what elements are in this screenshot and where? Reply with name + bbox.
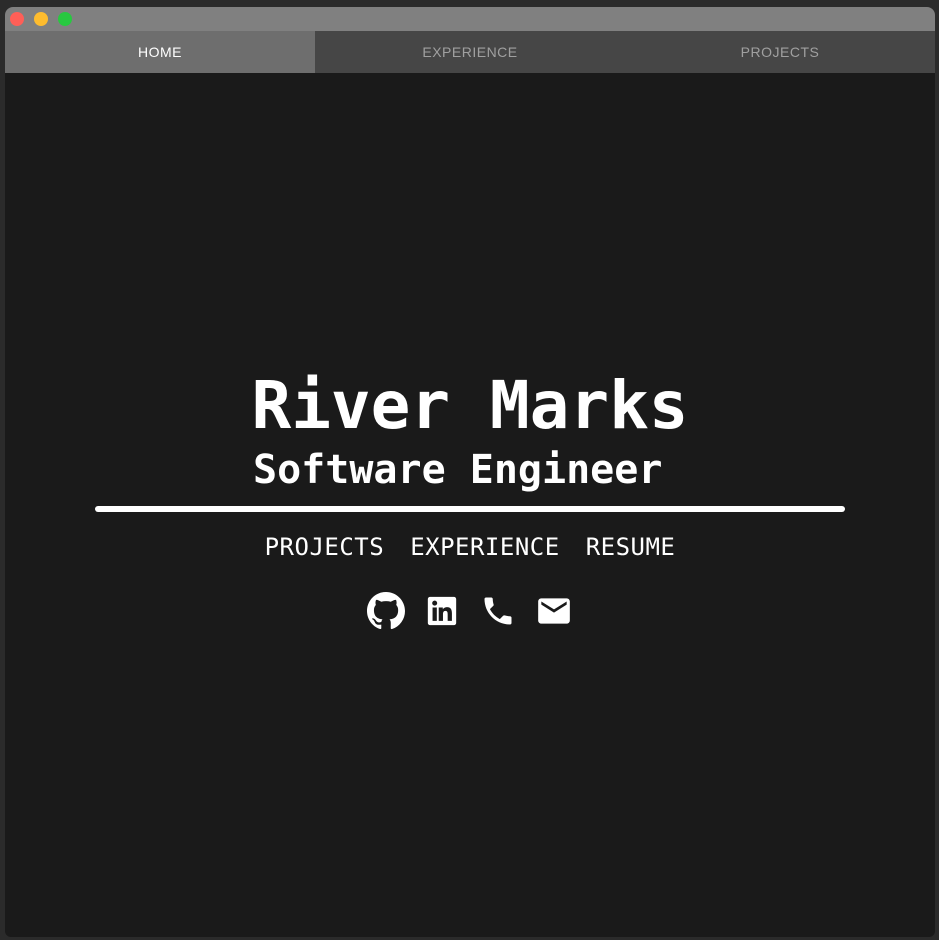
maximize-window-button[interactable] [58,12,72,26]
email-icon [535,592,573,630]
linkedin-link[interactable] [424,593,460,629]
tab-home[interactable]: HOME [5,31,315,73]
experience-link[interactable]: EXPERIENCE [410,531,560,563]
divider [95,506,845,512]
nav-tab-bar: HOME EXPERIENCE PROJECTS [5,31,935,73]
hero-title: Software Engineer [253,447,663,493]
tab-projects[interactable]: PROJECTS [625,31,935,73]
close-window-button[interactable] [10,12,24,26]
hero-links: PROJECTS EXPERIENCE RESUME [5,531,935,563]
hero-name: River Marks [251,367,689,444]
linkedin-icon [425,594,459,628]
github-link[interactable] [367,592,405,630]
resume-link[interactable]: RESUME [586,531,676,563]
email-link[interactable] [536,593,572,629]
projects-link[interactable]: PROJECTS [265,531,385,563]
browser-window: HOME EXPERIENCE PROJECTS River Marks Sof… [5,7,935,937]
github-icon [367,592,405,630]
phone-icon [480,593,516,629]
social-links [5,592,935,630]
tab-experience[interactable]: EXPERIENCE [315,31,625,73]
phone-link[interactable] [480,593,516,629]
title-bar [5,7,935,31]
minimize-window-button[interactable] [34,12,48,26]
hero-section: River Marks Software Engineer PROJECTS E… [5,73,935,937]
